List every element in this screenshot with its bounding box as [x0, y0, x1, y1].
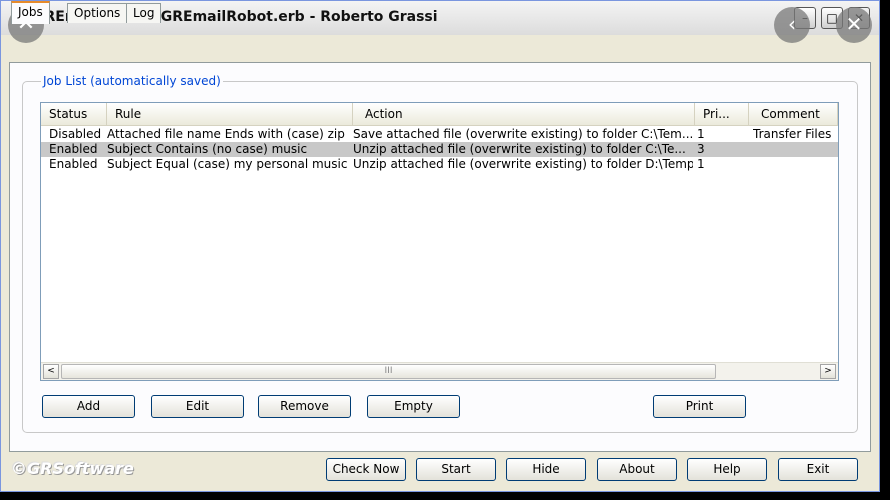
row-comment: Transfer Files: [753, 127, 832, 141]
row-priority: 1: [697, 157, 705, 171]
row-priority: 1: [697, 127, 705, 141]
job-list-group-label: Job List (automatically saved): [41, 74, 223, 88]
row-priority: 3: [697, 142, 705, 156]
row-rule: Subject Equal (case) my personal music: [107, 157, 348, 171]
column-header-priority[interactable]: Pri...: [695, 103, 749, 125]
row-status: Disabled: [49, 127, 102, 141]
hide-button-label: Hide: [532, 462, 560, 476]
row-action: Save attached file (overwrite existing) …: [353, 127, 693, 141]
about-button[interactable]: About: [597, 458, 677, 481]
remove-button-label: Remove: [280, 399, 329, 413]
row-rule: Subject Contains (no case) music: [107, 142, 308, 156]
edit-button[interactable]: Edit: [151, 395, 244, 418]
check-now-button-label: Check Now: [332, 462, 400, 476]
row-rule: Attached file name Ends with (case) zip: [107, 127, 345, 141]
row-action: Unzip attached file (overwrite existing)…: [353, 142, 686, 156]
column-header-rule[interactable]: Rule: [107, 103, 353, 125]
table-row[interactable]: Enabled Subject Equal (case) my personal…: [41, 157, 838, 172]
hide-button[interactable]: Hide: [506, 458, 586, 481]
scroll-left-icon[interactable]: <: [43, 364, 59, 379]
empty-button[interactable]: Empty: [367, 395, 460, 418]
scroll-thumb[interactable]: III: [61, 364, 716, 379]
column-header-action[interactable]: Action: [353, 103, 695, 125]
add-button[interactable]: Add: [42, 395, 135, 418]
column-header-comment[interactable]: Comment: [749, 103, 838, 125]
tab-log-label: Log: [133, 6, 155, 20]
tab-log[interactable]: Log: [126, 3, 162, 23]
overlay-back-icon[interactable]: ‹: [774, 7, 810, 43]
column-header-status[interactable]: Status: [41, 103, 107, 125]
print-button-label: Print: [685, 399, 714, 413]
edit-button-label: Edit: [185, 399, 210, 413]
job-list-header: Status Rule Action Pri... Comment: [41, 103, 838, 126]
remove-button[interactable]: Remove: [258, 395, 351, 418]
start-button[interactable]: Start: [416, 458, 496, 481]
check-now-button[interactable]: Check Now: [326, 458, 406, 481]
row-status: Enabled: [49, 142, 98, 156]
exit-button-label: Exit: [806, 462, 830, 476]
add-button-label: Add: [76, 399, 101, 413]
about-button-label: About: [619, 462, 655, 476]
tab-jobs[interactable]: Jobs: [11, 1, 50, 24]
table-row-selected[interactable]: Enabled Subject Contains (no case) music…: [41, 142, 838, 157]
empty-button-label: Empty: [394, 399, 433, 413]
tab-options-label: Options: [74, 6, 121, 20]
table-row[interactable]: Disabled Attached file name Ends with (c…: [41, 127, 838, 142]
start-button-label: Start: [441, 462, 471, 476]
grsoftware-logo: ©GRSoftware: [11, 459, 134, 478]
row-comment: [753, 157, 838, 172]
overlay-dismiss-icon[interactable]: ✕: [836, 7, 872, 43]
row-action: Unzip attached file (overwrite existing)…: [353, 157, 693, 171]
app-window: GREmailRobot - GREmailRobot.erb - Robert…: [0, 0, 880, 492]
horizontal-scrollbar[interactable]: < III >: [41, 362, 838, 380]
tab-options[interactable]: Options: [67, 3, 128, 23]
exit-button[interactable]: Exit: [778, 458, 858, 481]
tab-jobs-label: Jobs: [18, 5, 43, 19]
row-comment: [753, 142, 838, 157]
row-status: Enabled: [49, 157, 98, 171]
help-button-label: Help: [713, 462, 741, 476]
scroll-right-icon[interactable]: >: [820, 364, 836, 379]
print-button[interactable]: Print: [653, 395, 746, 418]
help-button[interactable]: Help: [687, 458, 767, 481]
job-list[interactable]: Status Rule Action Pri... Comment Disabl…: [40, 102, 839, 381]
